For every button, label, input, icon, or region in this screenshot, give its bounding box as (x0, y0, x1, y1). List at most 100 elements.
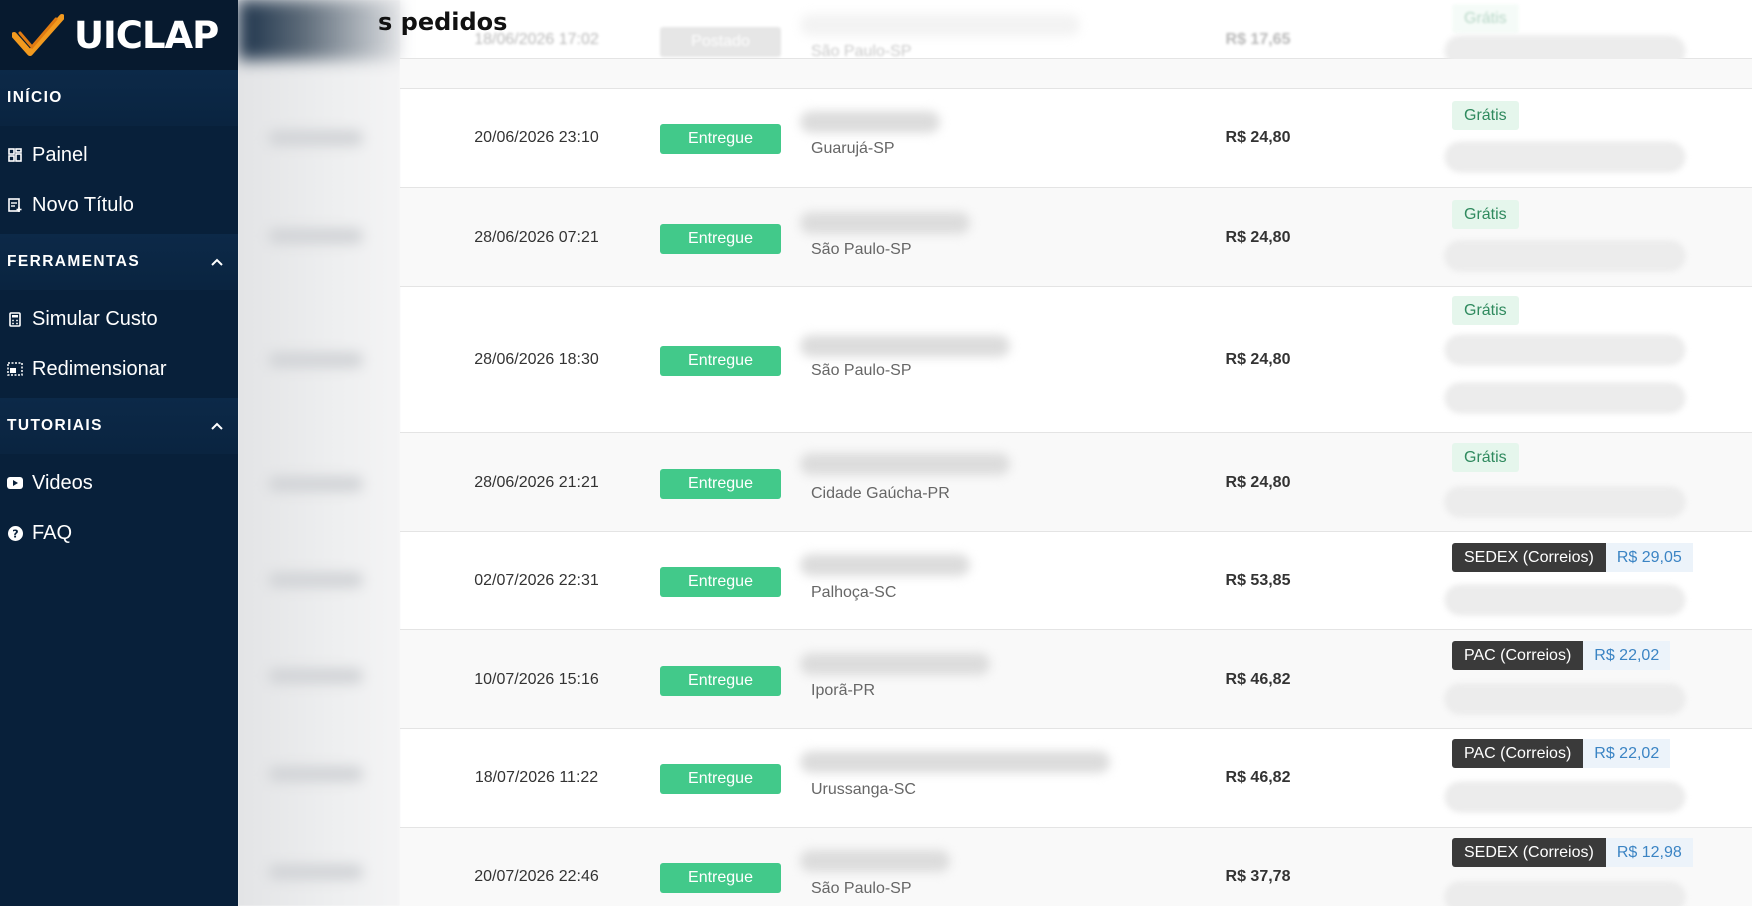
section-header-tutoriais[interactable]: TUTORIAIS (0, 398, 238, 454)
order-total: R$ 24,80 (1225, 351, 1291, 368)
brand-name: UICLAP (74, 13, 219, 57)
action-buttons[interactable] (1445, 142, 1685, 172)
action-buttons[interactable] (1445, 335, 1685, 365)
section-title: FERRAMENTAS (7, 253, 141, 270)
table-row[interactable]: 20/06/2026 23:10 Entregue Guarujá-SP R$ … (400, 89, 1752, 188)
order-city: São Paulo-SP (811, 362, 912, 379)
order-city: Cidade Gaúcha-PR (811, 485, 950, 502)
shipping-tag: SEDEX (Correios) R$ 12,98 (1452, 838, 1693, 867)
shipping-price: R$ 22,02 (1583, 641, 1671, 670)
status-badge: Entregue (660, 666, 781, 696)
status-badge: Entregue (660, 469, 781, 499)
shipping-tag: PAC (Correios) R$ 22,02 (1452, 641, 1671, 670)
order-date: 28/06/2026 07:21 (474, 229, 599, 246)
table-row[interactable]: 10/07/2026 15:16 Entregue Iporã-PR R$ 46… (400, 630, 1752, 729)
order-total: R$ 53,85 (1225, 572, 1291, 589)
order-city: Guarujá-SP (811, 140, 895, 157)
order-date: 20/07/2026 22:46 (474, 868, 599, 885)
order-total: R$ 24,80 (1225, 229, 1291, 246)
table-row[interactable]: 28/06/2026 21:21 Entregue Cidade Gaúcha-… (400, 433, 1752, 532)
status-badge: Entregue (660, 567, 781, 597)
sidebar-item-simular-custo[interactable]: Simular Custo (0, 294, 238, 344)
order-date: 10/07/2026 15:16 (474, 671, 599, 688)
order-city: São Paulo-SP (811, 241, 912, 258)
calculator-icon (7, 311, 23, 327)
page-title: s pedidos (378, 8, 508, 36)
shipping-tag: Grátis (1452, 443, 1519, 472)
help-icon: ? (7, 525, 23, 541)
sidebar-item-redimensionar[interactable]: Redimensionar (0, 344, 238, 394)
logo-check-icon (12, 14, 64, 56)
sidebar-item-label: Novo Título (32, 193, 134, 216)
order-city: Iporã-PR (811, 682, 876, 699)
action-buttons[interactable] (1445, 585, 1685, 615)
shipping-price: R$ 12,98 (1605, 838, 1693, 867)
carrier-badge: PAC (Correios) (1452, 641, 1584, 670)
table-row[interactable]: 28/06/2026 07:21 Entregue São Paulo-SP R… (400, 188, 1752, 287)
section-header-inicio: INÍCIO (0, 70, 238, 126)
shipping-tag: Grátis (1452, 296, 1519, 325)
order-date: 02/07/2026 22:31 (474, 572, 599, 589)
orders-page: s pedidos 18/06/2026 17:02 Postado São P… (238, 0, 1752, 906)
section-header-ferramentas[interactable]: FERRAMENTAS (0, 234, 238, 290)
table-row[interactable]: 02/07/2026 22:31 Entregue Palhoça-SC R$ … (400, 532, 1752, 630)
shipping-price: R$ 22,02 (1583, 739, 1671, 768)
free-shipping-badge: Grátis (1452, 4, 1519, 33)
svg-text:?: ? (12, 527, 18, 540)
sidebar-item-painel[interactable]: Painel (0, 130, 238, 180)
order-date: 28/06/2026 21:21 (474, 474, 599, 491)
free-shipping-badge: Grátis (1452, 101, 1519, 130)
table-row[interactable]: 20/07/2026 22:46 Entregue São Paulo-SP R… (400, 828, 1752, 906)
order-date: 18/07/2026 11:22 (474, 769, 599, 786)
sidebar-item-label: Videos (32, 471, 93, 494)
order-total: R$ 37,78 (1225, 868, 1291, 885)
order-total: R$ 17,65 (1225, 31, 1291, 48)
carrier-badge: PAC (Correios) (1452, 739, 1584, 768)
sidebar-item-videos[interactable]: Videos (0, 458, 238, 508)
sidebar-item-label: Painel (32, 143, 88, 166)
action-buttons[interactable] (1445, 782, 1685, 812)
table-row[interactable]: 28/06/2026 18:30 Entregue São Paulo-SP R… (400, 287, 1752, 433)
action-buttons[interactable] (1445, 684, 1685, 714)
shipping-tag: PAC (Correios) R$ 22,02 (1452, 739, 1671, 768)
youtube-icon (7, 475, 23, 491)
action-buttons[interactable] (1445, 383, 1685, 413)
sidebar-item-faq[interactable]: ? FAQ (0, 508, 238, 558)
order-city: Urussanga-SC (811, 781, 916, 798)
status-badge: Postado (660, 27, 781, 57)
table-row[interactable]: 18/07/2026 11:22 Entregue Urussanga-SC R… (400, 729, 1752, 828)
sidebar-item-novo-titulo[interactable]: Novo Título (0, 180, 238, 230)
free-shipping-badge: Grátis (1452, 443, 1519, 472)
order-city: São Paulo-SP (811, 880, 912, 897)
section-title: INÍCIO (7, 89, 63, 106)
table-row[interactable]: 18/06/2026 17:02 Postado São Paulo-SP R$… (400, 0, 1752, 66)
dashboard-icon (7, 147, 23, 163)
order-date: 20/06/2026 23:10 (474, 129, 599, 146)
order-date: 28/06/2026 18:30 (474, 351, 599, 368)
resize-icon (7, 361, 23, 377)
shipping-tag: SEDEX (Correios) R$ 29,05 (1452, 543, 1693, 572)
order-total: R$ 24,80 (1225, 474, 1291, 491)
section-title: TUTORIAIS (7, 417, 103, 434)
sidebar: UICLAP INÍCIO Painel Novo Título FERRAME… (0, 0, 238, 906)
order-total: R$ 24,80 (1225, 129, 1291, 146)
new-title-icon (7, 197, 23, 213)
sidebar-item-label: Redimensionar (32, 357, 167, 380)
status-badge: Entregue (660, 863, 781, 893)
action-buttons[interactable] (1445, 487, 1685, 517)
table-row-spacer (400, 59, 1752, 89)
status-badge: Entregue (660, 346, 781, 376)
shipping-price: R$ 29,05 (1605, 543, 1693, 572)
action-buttons[interactable] (1445, 882, 1685, 906)
logo[interactable]: UICLAP (0, 0, 238, 70)
blurred-thumbnail-column (238, 0, 400, 906)
order-total: R$ 46,82 (1225, 769, 1291, 786)
action-buttons[interactable] (1445, 241, 1685, 271)
status-badge: Entregue (660, 124, 781, 154)
carrier-badge: SEDEX (Correios) (1452, 838, 1606, 867)
chevron-up-icon (208, 417, 226, 435)
shipping-tag: Grátis (1452, 4, 1519, 33)
status-badge: Entregue (660, 764, 781, 794)
chevron-up-icon (208, 253, 226, 271)
shipping-tag: Grátis (1452, 200, 1519, 229)
